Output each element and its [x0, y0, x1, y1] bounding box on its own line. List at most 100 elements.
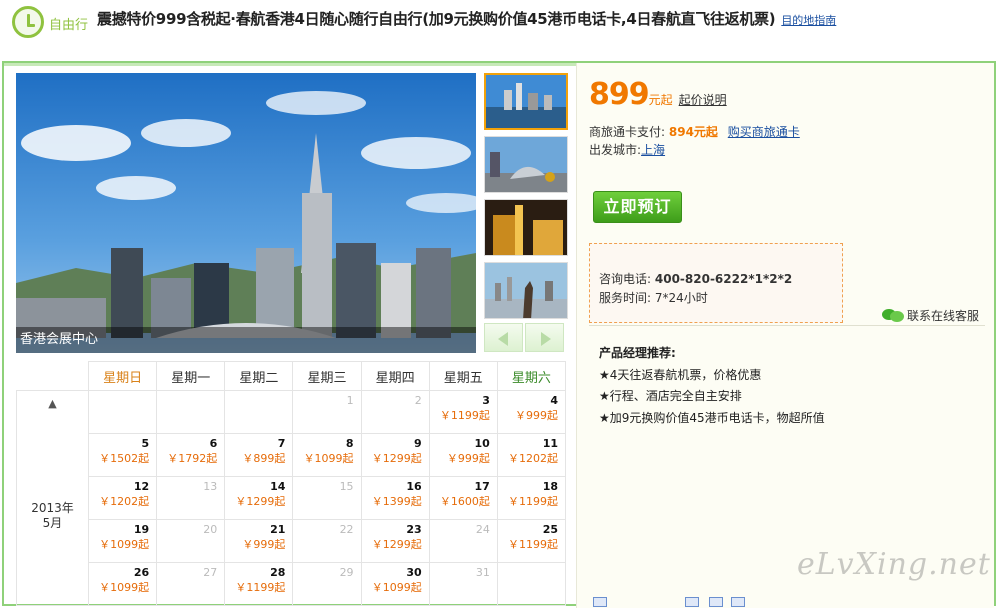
calendar-empty-cell	[224, 390, 294, 434]
calendar-day-price: ￥1099起	[303, 452, 354, 465]
calendar-day-number: 7	[277, 437, 286, 450]
calendar-day-cell[interactable]: 8 ￥1099起	[292, 433, 362, 477]
calendar-day-cell[interactable]: 10 ￥999起	[428, 433, 498, 477]
phone-number: 400-820-6222*1*2*2	[654, 272, 793, 286]
calendar-day-price: ￥1600起	[439, 495, 490, 508]
calendar-week-row: 19 ￥1099起 20 21 ￥999起 22 23 ￥1299起 24 25 ￥1199起	[17, 519, 567, 563]
hong-kong-skyline-photo	[16, 73, 476, 353]
calendar-day-number: 12	[133, 480, 150, 493]
product-frame: 香港会展中心 星期日 星期一 星期二 星期三 星期四 星期五 星期六 ▲ 201…	[2, 61, 996, 608]
calendar-day-number: 5	[141, 437, 150, 450]
recommend-item: ★行程、酒店完全自主安排	[599, 389, 742, 403]
price-calendar: 星期日 星期一 星期二 星期三 星期四 星期五 星期六 ▲ 2013年 5月 1 2 3 ￥…	[16, 361, 567, 606]
calendar-day-number: 8	[345, 437, 354, 450]
thumbnail-night-statue[interactable]	[484, 199, 568, 256]
calendar-day-cell[interactable]: 3 ￥1199起	[428, 390, 498, 434]
booking-panel: 899元起 起价说明 商旅通卡支付: 894元起 购买商旅通卡 出发城市:上海 立…	[576, 63, 994, 608]
share-icon[interactable]	[593, 597, 607, 607]
calendar-day-price: ￥999起	[446, 452, 490, 465]
calendar-day-price: ￥1502起	[99, 452, 150, 465]
price-note-link[interactable]: 起价说明	[679, 93, 727, 107]
calendar-day-number: 21	[270, 523, 286, 536]
card-label: 商旅通卡支付:	[589, 125, 666, 139]
thumbnail-avenue-of-stars-statue[interactable]	[484, 262, 568, 319]
calendar-day-cell[interactable]: 14 ￥1299起	[224, 476, 294, 520]
consult-box: 咨询电话: 400-820-6222*1*2*2 服务时间: 7*24小时	[589, 243, 843, 323]
calendar-day-cell[interactable]: 21 ￥999起	[224, 519, 294, 563]
calendar-day-cell: 20	[156, 519, 226, 563]
calendar-day-number: 10	[474, 437, 490, 450]
calendar-day-number: 1	[346, 394, 354, 407]
calendar-day-cell[interactable]: 25 ￥1199起	[496, 519, 567, 563]
thumbnail-harbour-skyline[interactable]	[484, 73, 568, 130]
calendar-day-cell[interactable]: 23 ￥1299起	[360, 519, 430, 563]
online-chat-link[interactable]: 联系在线客服	[882, 307, 979, 324]
recommend-item: ★4天往返春航机票，价格优惠	[599, 367, 762, 382]
share-icon[interactable]	[731, 597, 745, 607]
calendar-day-cell: 31	[428, 562, 498, 606]
calendar-day-cell[interactable]: 11 ￥1202起	[496, 433, 567, 477]
calendar-day-cell[interactable]: 17 ￥1600起	[428, 476, 498, 520]
recommend-heading: 产品经理推荐:	[599, 346, 676, 360]
calendar-day-cell[interactable]: 9 ￥1299起	[360, 433, 430, 477]
calendar-day-number: 22	[339, 523, 354, 536]
calendar-day-cell[interactable]: 26 ￥1099起	[87, 562, 158, 606]
calendar-week-row: 26 ￥1099起 27 28 ￥1199起 29 30 ￥1099起 31	[17, 562, 567, 606]
calendar-day-number: 3	[482, 394, 490, 407]
calendar-body: ▲ 2013年 5月 1 2 3 ￥1199起 4 ￥999起 5 ￥1502起 6 ￥1792起 7 ￥8…	[16, 390, 567, 606]
calendar-day-price: ￥1199起	[508, 538, 558, 551]
weekday-sat: 星期六	[496, 361, 567, 391]
calendar-day-price: ￥1399起	[371, 495, 422, 508]
arrow-left-icon	[498, 332, 508, 346]
calendar-day-price: ￥1299起	[371, 538, 422, 551]
calendar-day-price: ￥1202起	[99, 495, 150, 508]
calendar-day-cell[interactable]: 16 ￥1399起	[360, 476, 430, 520]
calendar-day-number: 26	[133, 566, 150, 579]
phone-label: 咨询电话:	[599, 272, 652, 286]
thumbnail-golden-bauhinia-square[interactable]	[484, 136, 568, 193]
weekday-mon: 星期一	[156, 361, 226, 391]
calendar-day-cell[interactable]: 4 ￥999起	[496, 390, 567, 434]
calendar-day-cell: 29	[292, 562, 362, 606]
departure-city-link[interactable]: 上海	[641, 143, 665, 157]
calendar-day-cell: 22	[292, 519, 362, 563]
share-icon[interactable]	[685, 597, 699, 607]
page-header: 自由行 震撼特价999含税起·春航香港4日随心随行自由行(加9元换购价值45港币…	[0, 0, 998, 60]
calendar-day-cell[interactable]: 19 ￥1099起	[87, 519, 158, 563]
thumbnail-next-button[interactable]	[525, 323, 564, 352]
thumbnail-nav	[484, 323, 564, 352]
recommend-item: ★加9元换购价值45港币电话卡，物超所值	[599, 410, 825, 425]
share-icon[interactable]	[709, 597, 723, 607]
thumbnail-prev-button[interactable]	[484, 323, 523, 352]
calendar-day-price: ￥1199起	[439, 409, 490, 422]
city-label: 出发城市:	[589, 143, 642, 157]
arrow-right-icon	[541, 332, 551, 346]
calendar-day-cell[interactable]: 7 ￥899起	[224, 433, 294, 477]
book-now-button[interactable]: 立即预订	[593, 191, 682, 223]
calendar-day-price: ￥1299起	[235, 495, 286, 508]
calendar-day-number: 9	[414, 437, 422, 450]
calendar-month: 5月	[42, 516, 63, 530]
calendar-day-cell[interactable]: 30 ￥1099起	[360, 562, 430, 606]
card-payment-line: 商旅通卡支付: 894元起 购买商旅通卡	[589, 123, 800, 140]
calendar-day-cell[interactable]: 28 ￥1199起	[224, 562, 294, 606]
calendar-day-cell: 15	[292, 476, 362, 520]
calendar-day-number: 23	[406, 523, 422, 536]
clock-icon	[12, 6, 44, 38]
calendar-day-number: 20	[203, 523, 218, 536]
buy-card-link[interactable]: 购买商旅通卡	[728, 125, 800, 139]
free-travel-badge: 自由行	[12, 6, 94, 38]
destination-guide-link[interactable]: 目的地指南	[781, 14, 836, 27]
calendar-day-cell[interactable]: 5 ￥1502起	[87, 433, 158, 477]
calendar-day-cell: 24	[428, 519, 498, 563]
calendar-year-month: 2013年 5月	[17, 501, 88, 531]
prev-month-arrow-icon[interactable]: ▲	[17, 397, 88, 410]
calendar-day-cell[interactable]: 6 ￥1792起	[156, 433, 226, 477]
weekday-wed: 星期三	[292, 361, 362, 391]
calendar-day-cell: 2	[360, 390, 430, 434]
calendar-day-cell[interactable]: 12 ￥1202起	[87, 476, 158, 520]
calendar-day-cell[interactable]: 18 ￥1199起	[496, 476, 567, 520]
calendar-day-number: 27	[203, 566, 218, 579]
main-photo[interactable]: 香港会展中心	[16, 73, 476, 353]
calendar-year: 2013年	[31, 501, 74, 515]
